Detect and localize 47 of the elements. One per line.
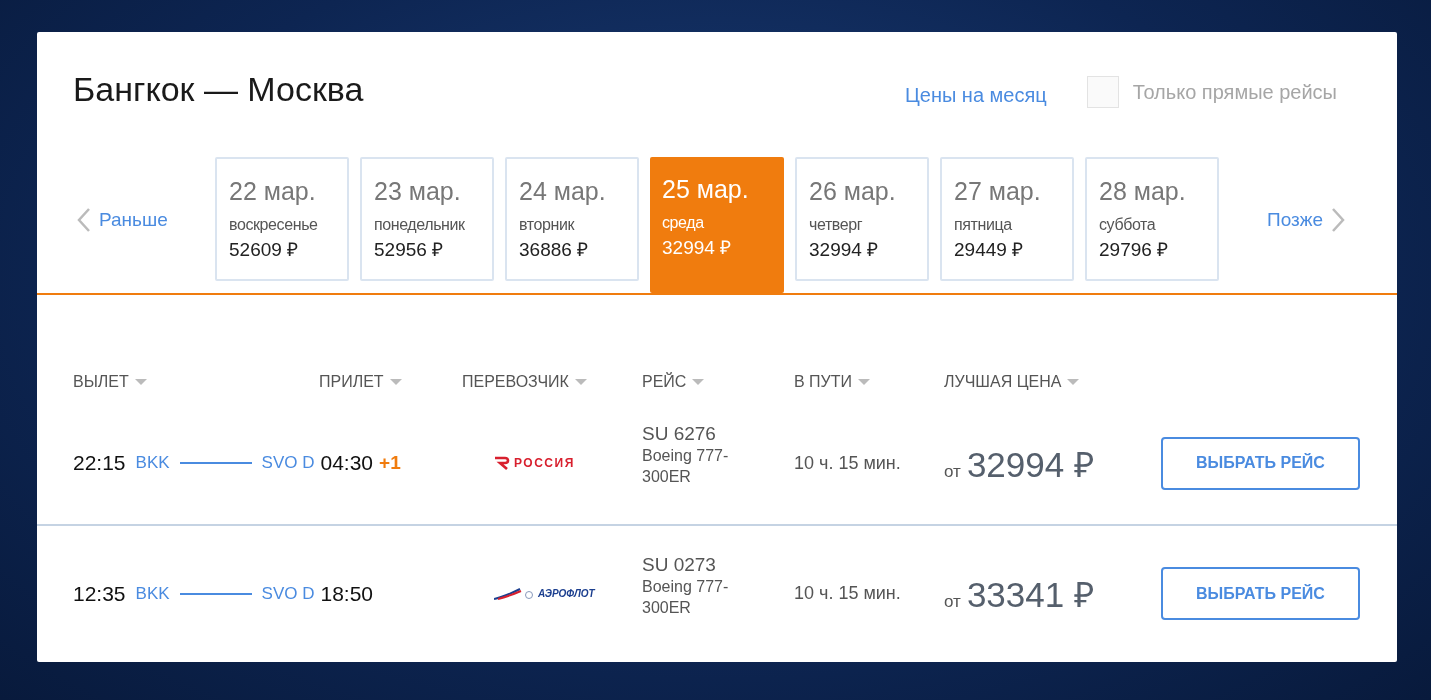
date-tab[interactable]: 27 мар. пятница 29449 ₽ (940, 157, 1074, 282)
airport-code: BKK (135, 453, 170, 474)
aircraft-type: Boeing 777-300ER (642, 446, 730, 488)
flight-duration: 10 ч. 15 мин. (794, 583, 902, 605)
sort-caret-icon (389, 379, 402, 386)
flight-duration: 10 ч. 15 мин. (794, 452, 902, 474)
date-tab[interactable]: 28 мар. суббота 29796 ₽ (1085, 157, 1219, 282)
airline-logo-icon (494, 456, 510, 471)
date-tab[interactable]: 22 мар. воскресенье 52609 ₽ (215, 157, 349, 282)
airline-logo-text: РОССИЯ (514, 456, 575, 471)
flight-number: SU 6276 (642, 423, 717, 446)
airport-code: SVO D (261, 583, 315, 604)
airport-code: BKK (135, 583, 170, 604)
airline-logo-text: АЭРОФЛОТ (538, 588, 595, 600)
column-header[interactable]: ЛУЧШАЯ ЦЕНА (944, 361, 1144, 403)
departure-time: 22:15 (73, 451, 126, 476)
sort-caret-icon (692, 379, 705, 386)
sort-caret-icon (574, 379, 587, 386)
price-prefix: от (944, 592, 961, 613)
direct-flights-label: Только прямые рейсы (1132, 80, 1337, 104)
column-header[interactable]: В ПУТИ (794, 361, 944, 403)
airport-code: SVO D (261, 453, 315, 474)
price-prefix: от (944, 461, 961, 482)
arrival-time: 04:30 (320, 451, 374, 476)
chevron-right-icon (1331, 207, 1345, 234)
column-header[interactable]: РЕЙС (642, 361, 794, 403)
airline-logo-icon (494, 587, 534, 600)
month-prices-link[interactable]: Цены на месяц (904, 84, 1047, 107)
sort-caret-icon (134, 379, 147, 386)
next-day-marker: +1 (379, 452, 401, 475)
route-title: Бангкок — Москва (73, 70, 365, 109)
departure-time: 12:35 (73, 581, 126, 606)
direct-flights-checkbox[interactable] (1086, 76, 1119, 108)
chevron-left-icon (77, 207, 91, 234)
sort-caret-icon (1067, 379, 1080, 386)
date-tab[interactable]: 26 мар. четверг 32994 ₽ (795, 157, 929, 282)
flight-price: 32994 ₽ (966, 443, 1094, 486)
date-tab[interactable]: 23 мар. понедельник 52956 ₽ (360, 157, 494, 282)
column-header[interactable]: ВЫЛЕТ (73, 361, 319, 403)
arrival-time: 18:50 (320, 581, 374, 606)
flight-number: SU 0273 (642, 553, 717, 576)
flight-price: 33341 ₽ (966, 574, 1094, 617)
aircraft-type: Boeing 777-300ER (642, 576, 730, 618)
column-header[interactable]: ПЕРЕВОЗЧИК (462, 361, 642, 403)
sort-caret-icon (858, 379, 871, 386)
column-header[interactable]: ПРИЛЕТ (319, 361, 462, 403)
date-tab[interactable]: 24 мар. вторник 36886 ₽ (505, 157, 639, 282)
